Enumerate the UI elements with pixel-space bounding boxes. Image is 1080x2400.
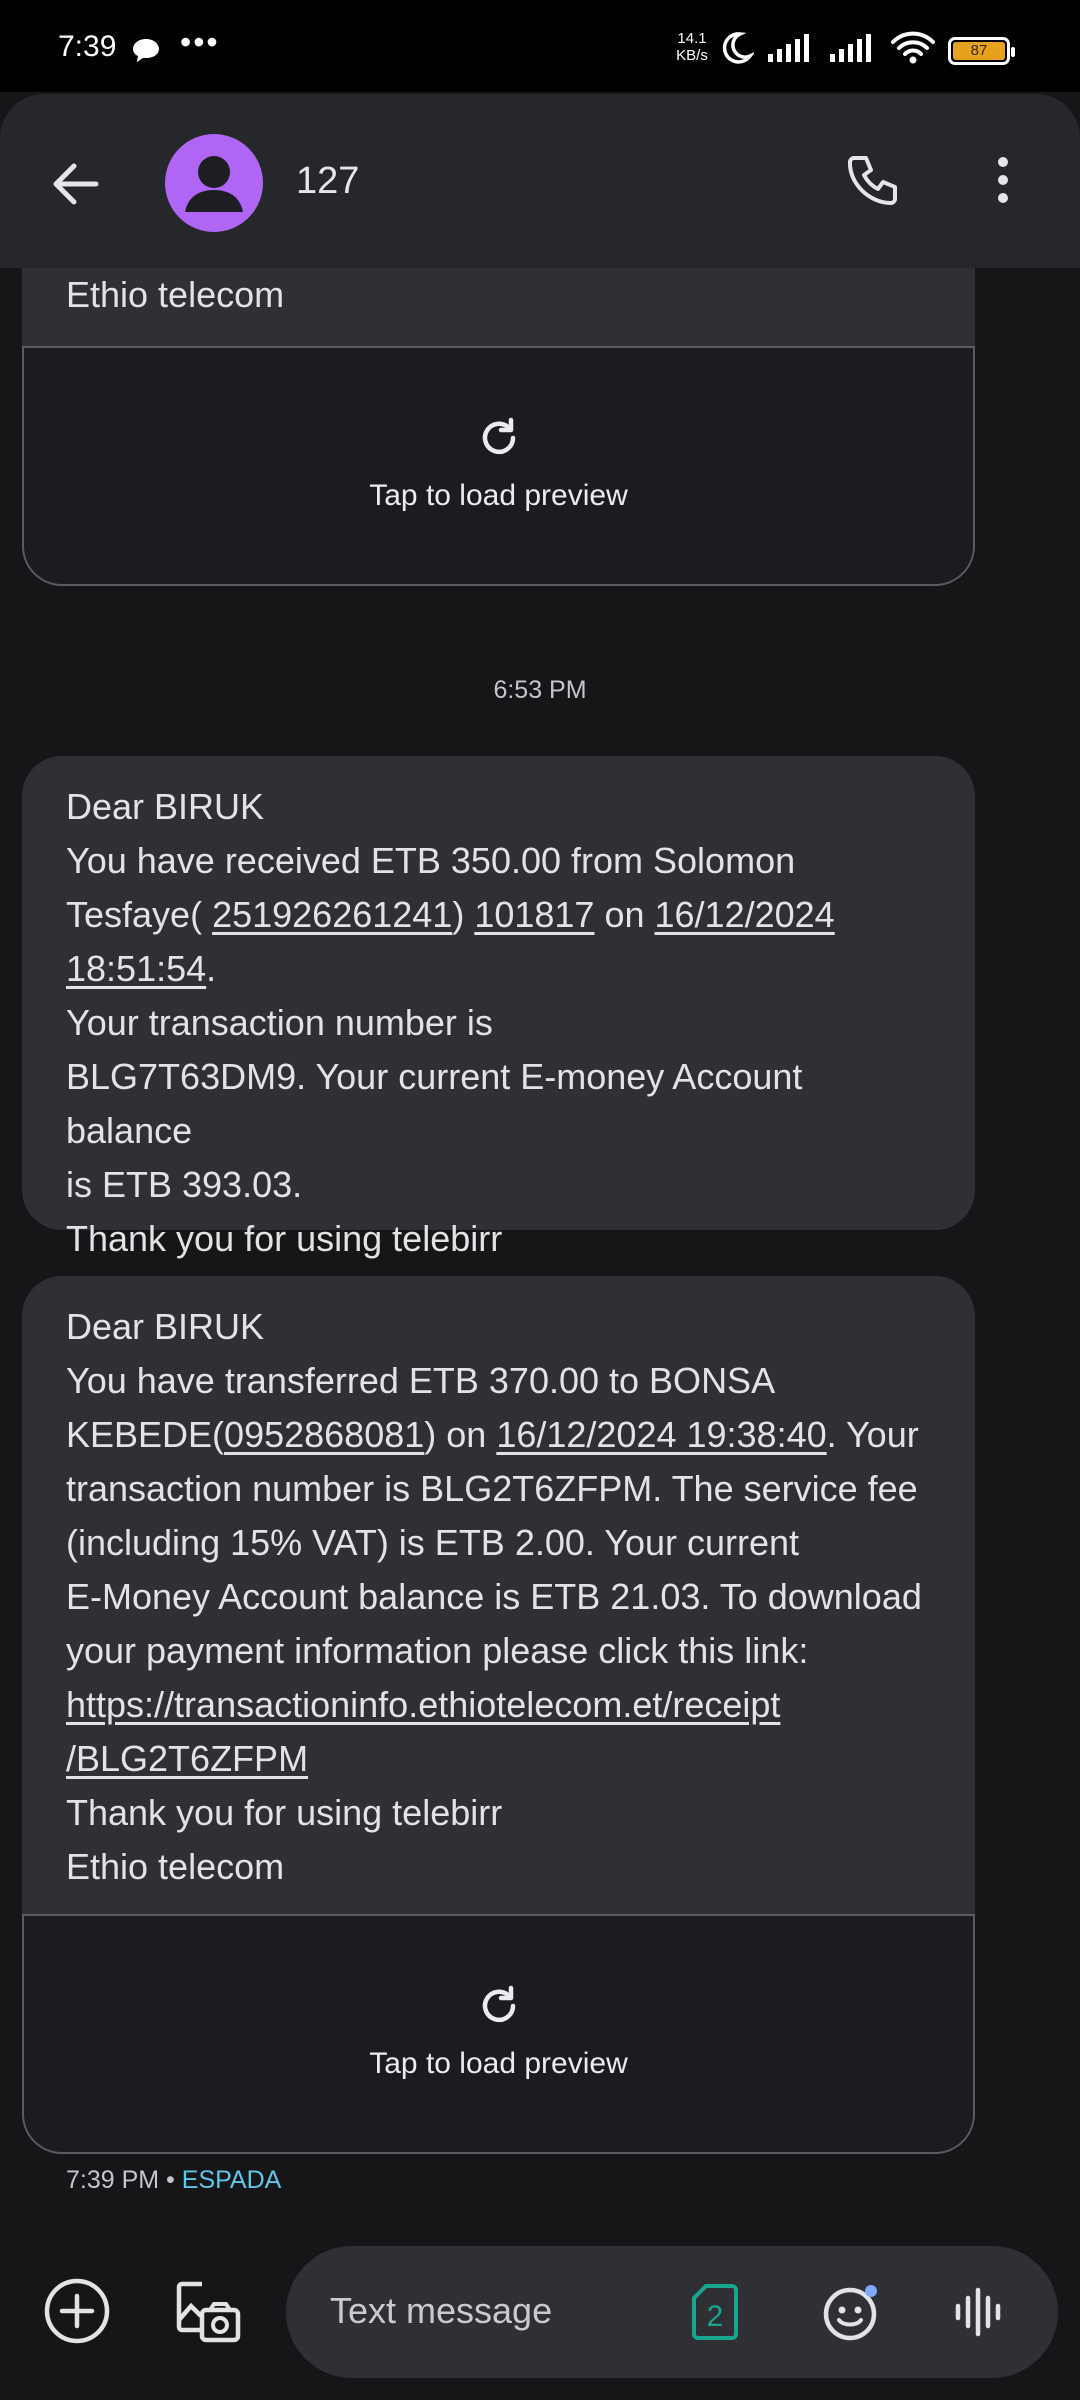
network-speed: 14.1 KB/s xyxy=(676,30,708,64)
contact-avatar[interactable] xyxy=(165,134,263,232)
message-bubble[interactable]: Dear BIRUK You have received ETB 350.00 … xyxy=(22,756,975,1313)
message-line: Thank you for using telebirr xyxy=(66,1218,503,1259)
sent-meta: 7:39 PM • ESPADA xyxy=(66,2166,282,2194)
message-line: Your transaction number is xyxy=(66,1002,493,1043)
message-line: is ETB 393.03. xyxy=(66,1164,303,1205)
receipt-link-cont[interactable]: /BLG2T6ZFPM xyxy=(66,1732,935,1786)
message-line: Dear BIRUK xyxy=(66,786,265,827)
gallery-camera-icon[interactable] xyxy=(172,2276,244,2353)
more-vert-icon[interactable] xyxy=(988,150,1018,215)
number-link[interactable]: 101817 xyxy=(474,894,594,935)
message-line: You have received ETB 350.00 from Solomo… xyxy=(66,840,796,881)
phone-icon[interactable] xyxy=(842,150,902,215)
message-line: You have transferred ETB 370.00 to BONSA xyxy=(66,1360,776,1401)
add-circle-icon[interactable] xyxy=(42,2276,112,2351)
overflow-dots-icon: ••• xyxy=(180,24,220,60)
message-line: Ethio telecom xyxy=(66,1846,285,1887)
message-line: Dear BIRUK xyxy=(66,1306,265,1347)
preview-label: Tap to load preview xyxy=(369,479,628,512)
signal-icon-2 xyxy=(828,32,878,69)
message-line: your payment information please click th… xyxy=(66,1630,809,1671)
message-input-placeholder: Text message xyxy=(330,2290,553,2331)
receipt-link[interactable]: https://transactioninfo.ethiotelecom.et/… xyxy=(66,1678,935,1732)
link-preview[interactable]: Tap to load preview xyxy=(22,346,975,586)
date-link[interactable]: 16/12/2024 19:38:40 xyxy=(496,1414,826,1455)
phone-link[interactable]: 251926261241 xyxy=(212,894,452,935)
battery-icon: 87 xyxy=(948,36,1015,65)
message-line: transaction number is BLG2T6ZFPM. The se… xyxy=(66,1468,918,1509)
conversation-header: 127 xyxy=(0,94,1080,268)
sim-number: 2 xyxy=(707,2300,724,2333)
signal-icon xyxy=(766,32,816,69)
emoji-icon[interactable] xyxy=(822,2282,882,2347)
message-input[interactable]: Text message 2 xyxy=(286,2246,1058,2378)
wifi-icon xyxy=(890,31,936,70)
message-line: E-Money Account balance is ETB 21.03. To… xyxy=(66,1576,922,1617)
refresh-icon xyxy=(24,1984,973,2033)
message-line: Tesfaye( 251926261241) 101817 on 16/12/2… xyxy=(66,894,835,989)
voice-input-icon[interactable] xyxy=(950,2282,1010,2347)
phone-link[interactable]: 0952868081 xyxy=(224,1414,424,1455)
link-preview[interactable]: Tap to load preview xyxy=(22,1914,975,2154)
message-bubble[interactable]: Dear BIRUK You have transferred ETB 370.… xyxy=(22,1276,975,1916)
message-line: KEBEDE(0952868081) on 16/12/2024 19:38:4… xyxy=(66,1414,919,1455)
contact-title: 127 xyxy=(296,160,360,202)
moon-icon xyxy=(718,30,756,71)
sim-card-icon[interactable]: 2 xyxy=(690,2282,740,2347)
preview-label: Tap to load preview xyxy=(369,2047,628,2080)
sent-time: 7:39 PM xyxy=(66,2166,160,2194)
status-bar: 7:39 ••• 14.1 KB/s 87 xyxy=(0,0,1080,92)
refresh-icon xyxy=(24,416,973,465)
arrow-back-icon[interactable] xyxy=(46,154,106,219)
message-line: BLG7T63DM9. Your current E-money Account… xyxy=(66,1056,803,1151)
message-line: Thank you for using telebirr xyxy=(66,1792,503,1833)
chat-bubble-icon xyxy=(130,36,162,71)
time-divider: 6:53 PM xyxy=(493,676,587,704)
message-line: (including 15% VAT) is ETB 2.00. Your cu… xyxy=(66,1522,800,1563)
previous-message-tail: Ethio telecom xyxy=(22,268,975,348)
sim-label: ESPADA xyxy=(181,2166,282,2194)
status-time: 7:39 xyxy=(58,30,117,63)
